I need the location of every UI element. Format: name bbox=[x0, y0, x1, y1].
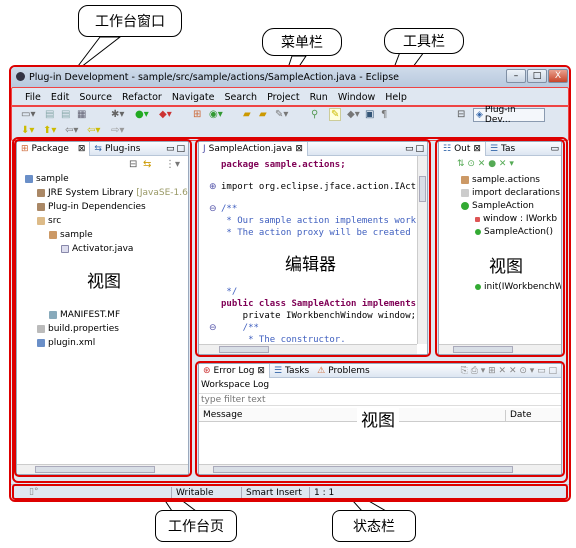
eclipse-window: Plug-in Development - sample/src/sample/… bbox=[9, 65, 571, 502]
menu-navigate[interactable]: Navigate bbox=[172, 92, 215, 103]
workbench-page-highlight bbox=[12, 137, 568, 483]
callout-menubar: 菜单栏 bbox=[262, 28, 342, 56]
menu-refactor[interactable]: Refactor bbox=[122, 92, 162, 103]
menu-source[interactable]: Source bbox=[79, 92, 112, 103]
menu-file[interactable]: File bbox=[25, 92, 41, 103]
title-bar: Plug-in Development - sample/src/sample/… bbox=[11, 67, 569, 87]
toolbar-highlight bbox=[11, 105, 569, 141]
menu-edit[interactable]: Edit bbox=[51, 92, 69, 103]
menu-help[interactable]: Help bbox=[385, 92, 407, 103]
callout-statusbar: 状态栏 bbox=[332, 510, 416, 542]
callout-toolbar: 工具栏 bbox=[384, 28, 464, 54]
eclipse-logo-icon bbox=[16, 72, 25, 81]
minimize-button[interactable]: – bbox=[506, 69, 526, 83]
menu-search[interactable]: Search bbox=[224, 92, 257, 103]
maximize-button[interactable]: □ bbox=[527, 69, 547, 83]
window-title: Plug-in Development - sample/src/sample/… bbox=[29, 71, 399, 83]
menu-project[interactable]: Project bbox=[267, 92, 300, 103]
callout-workbench-page: 工作台页 bbox=[155, 510, 237, 542]
statusbar-highlight bbox=[12, 484, 568, 500]
close-button[interactable]: X bbox=[548, 69, 568, 83]
menu-window[interactable]: Window bbox=[338, 92, 375, 103]
menu-run[interactable]: Run bbox=[310, 92, 328, 103]
menu-bar: File Edit Source Refactor Navigate Searc… bbox=[11, 89, 569, 105]
